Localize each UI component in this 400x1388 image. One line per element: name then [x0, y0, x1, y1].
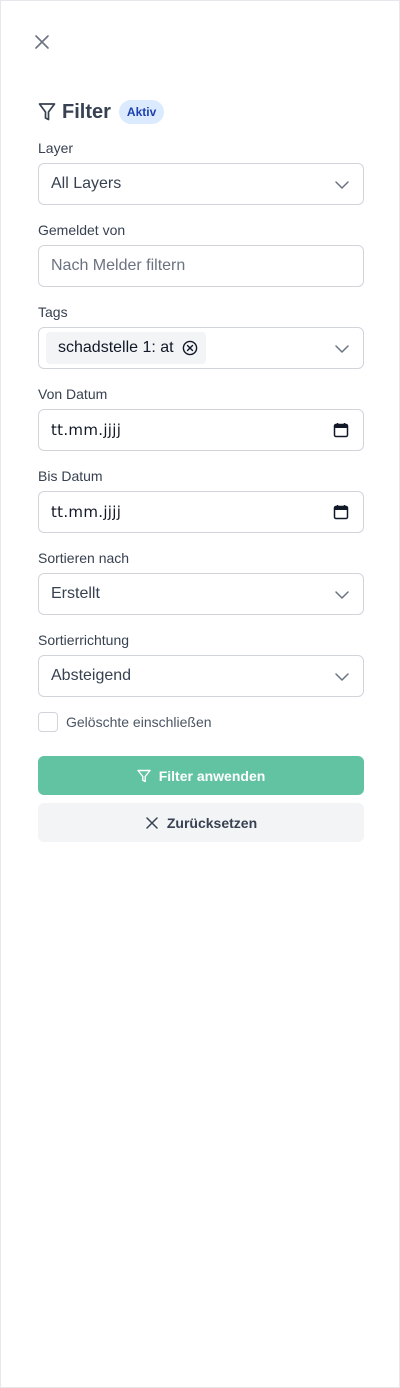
sort-direction-label: Sortierrichtung [38, 632, 130, 648]
from-date-field: Von Datum tt.mm.jjjj [38, 385, 364, 451]
apply-filter-button[interactable]: Filter anwenden [38, 756, 364, 795]
panel-title: Filter [62, 100, 111, 123]
tags-label: Tags [38, 304, 68, 320]
from-date-value: tt.mm.jjjj [51, 421, 122, 439]
reset-button[interactable]: Zurücksetzen [38, 803, 364, 842]
chevron-down-icon [335, 673, 349, 681]
status-badge: Aktiv [118, 100, 165, 124]
include-deleted-row[interactable]: Gelöschte einschließen [38, 712, 212, 732]
to-date-input[interactable]: tt.mm.jjjj [38, 491, 364, 533]
reporter-input[interactable]: Nach Melder filtern [38, 245, 364, 287]
include-deleted-checkbox[interactable] [38, 712, 58, 732]
layer-field: Layer All Layers [38, 139, 364, 205]
sort-by-select[interactable]: Erstellt [38, 573, 364, 615]
chevron-down-icon [335, 181, 349, 189]
sort-direction-value: Absteigend [51, 667, 132, 684]
to-date-field: Bis Datum tt.mm.jjjj [38, 467, 364, 533]
from-date-label: Von Datum [38, 386, 108, 402]
close-button[interactable] [30, 30, 54, 54]
funnel-icon [137, 769, 151, 782]
reporter-placeholder: Nach Melder filtern [51, 257, 186, 274]
tag-chip-label: schadstelle 1: at [58, 339, 174, 356]
sort-direction-field: Sortierrichtung Absteigend [38, 631, 364, 697]
sort-by-label: Sortieren nach [38, 550, 130, 566]
chevron-down-icon [335, 591, 349, 599]
tag-chip: schadstelle 1: at [46, 332, 206, 364]
sort-by-field: Sortieren nach Erstellt [38, 549, 364, 615]
remove-tag-icon[interactable] [182, 340, 198, 356]
to-date-value: tt.mm.jjjj [51, 503, 122, 521]
to-date-label: Bis Datum [38, 468, 103, 484]
reporter-field: Gemeldet von Nach Melder filtern [38, 221, 364, 287]
tags-select[interactable]: schadstelle 1: at [38, 327, 364, 369]
layer-label: Layer [38, 140, 74, 156]
sort-direction-select[interactable]: Absteigend [38, 655, 364, 697]
close-icon [146, 816, 158, 829]
sort-by-value: Erstellt [51, 585, 100, 602]
calendar-icon[interactable] [333, 422, 349, 438]
include-deleted-label: Gelöschte einschließen [66, 714, 212, 730]
chevron-down-icon [335, 345, 349, 353]
reporter-label: Gemeldet von [38, 222, 126, 238]
calendar-icon[interactable] [333, 504, 349, 520]
tags-field: Tags schadstelle 1: at [38, 303, 364, 369]
panel-header: Filter Aktiv [38, 99, 165, 125]
reset-label: Zurücksetzen [166, 814, 258, 831]
funnel-icon [38, 103, 56, 121]
filter-panel: Filter Aktiv Layer All Layers Gemeldet v… [0, 0, 400, 1388]
layer-value: All Layers [51, 175, 122, 192]
from-date-input[interactable]: tt.mm.jjjj [38, 409, 364, 451]
apply-filter-label: Filter anwenden [158, 767, 266, 784]
close-icon [35, 35, 49, 49]
layer-select[interactable]: All Layers [38, 163, 364, 205]
